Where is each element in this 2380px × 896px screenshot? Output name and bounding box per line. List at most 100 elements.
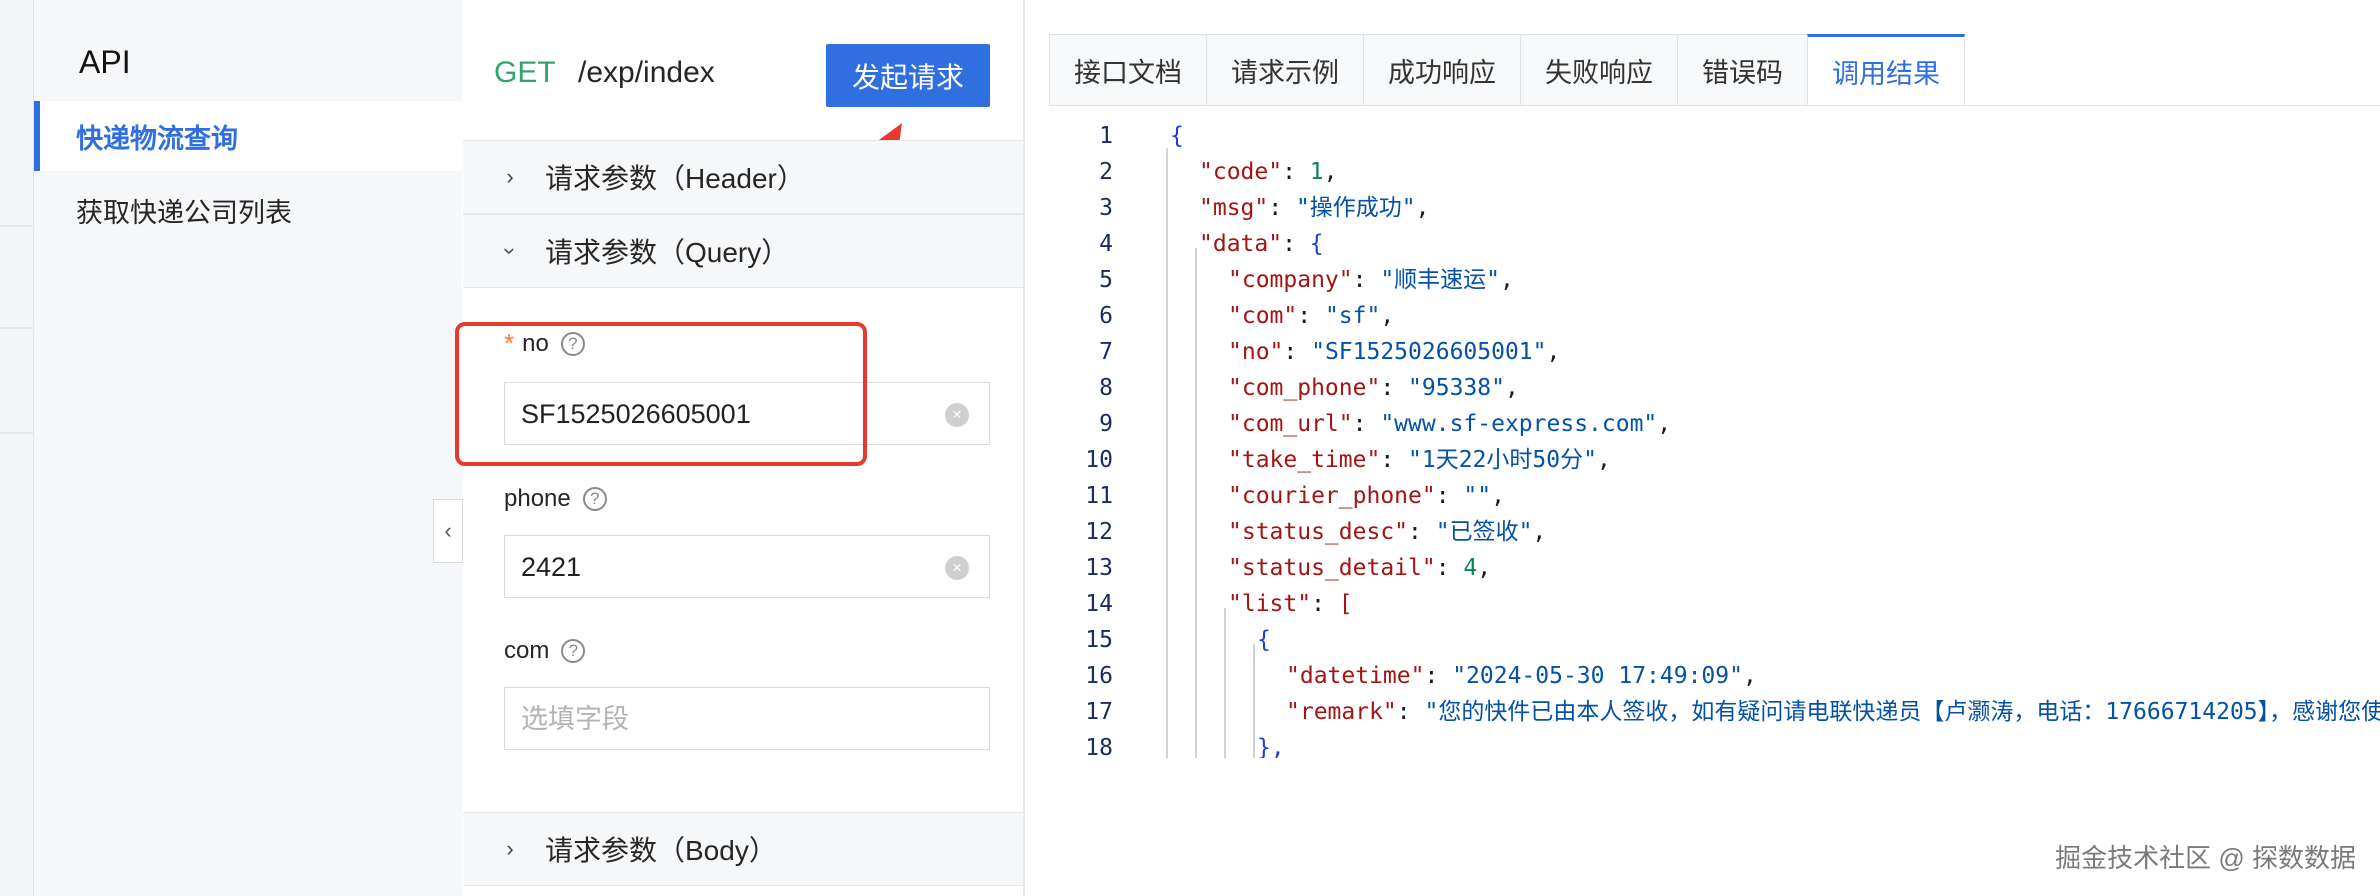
code-line: 18}, bbox=[1025, 730, 2380, 758]
line-number: 6 bbox=[1099, 303, 1113, 329]
code-token: , bbox=[1596, 447, 1611, 473]
line-number: 8 bbox=[1099, 375, 1113, 401]
code-text: "company": "顺丰速运", bbox=[1228, 262, 1514, 298]
tabs-divider bbox=[1049, 105, 2380, 106]
code-text: "take_time": "1天22小时50分", bbox=[1228, 442, 1611, 478]
field-name: com bbox=[504, 637, 550, 664]
code-text: "com": "sf", bbox=[1228, 298, 1394, 334]
code-token: , bbox=[1477, 555, 1492, 581]
tab-success-response[interactable]: 成功响应 bbox=[1363, 34, 1521, 106]
line-number: 16 bbox=[1085, 663, 1113, 689]
code-line: 5 "company": "顺丰速运", bbox=[1025, 262, 2380, 298]
code-text: "datetime": "2024-05-30 17:49:09", bbox=[1286, 658, 1757, 694]
section-body-params[interactable]: › 请求参数（Body） bbox=[463, 812, 1023, 886]
code-token: 1 bbox=[1309, 159, 1324, 185]
code-token: "您的快件已由本人签收，如有疑问请电联快递员【卢灏涛，电话：1766671420… bbox=[1424, 699, 2380, 725]
clear-icon[interactable]: × bbox=[945, 556, 969, 580]
code-token: , bbox=[1504, 375, 1519, 401]
code-text: "status_detail": 4, bbox=[1228, 550, 1491, 586]
code-token: : bbox=[1283, 339, 1312, 365]
tab-failure-response[interactable]: 失败响应 bbox=[1520, 34, 1678, 106]
code-token: , bbox=[1415, 195, 1430, 221]
code-text: "code": 1, bbox=[1199, 154, 1338, 190]
code-text: "list": [ bbox=[1228, 586, 1353, 622]
tab-request-example[interactable]: 请求示例 bbox=[1206, 34, 1364, 106]
code-token: { bbox=[1257, 627, 1271, 653]
section-header-label: 请求参数（Header） bbox=[545, 163, 805, 194]
help-icon[interactable]: ? bbox=[561, 639, 586, 663]
code-token: : bbox=[1282, 231, 1310, 257]
code-token: : bbox=[1435, 483, 1464, 509]
code-token: "com_phone" bbox=[1228, 375, 1381, 401]
clear-icon[interactable]: × bbox=[945, 403, 969, 427]
line-number: 13 bbox=[1085, 555, 1113, 581]
code-text: "com_phone": "95338", bbox=[1228, 370, 1519, 406]
code-line: 2 "code": 1, bbox=[1025, 154, 2380, 190]
result-panel: 接口文档 请求示例 成功响应 失败响应 错误码 调用结果 1 {2 "code": … bbox=[1025, 0, 2380, 896]
code-line: 14 "list": [ bbox=[1025, 586, 2380, 622]
line-number: 11 bbox=[1085, 483, 1113, 509]
code-token: : bbox=[1282, 159, 1310, 185]
code-token: "remark" bbox=[1286, 699, 1397, 725]
tab-error-codes[interactable]: 错误码 bbox=[1677, 34, 1808, 106]
code-text: "status_desc": "已签收", bbox=[1228, 514, 1546, 550]
code-token: : bbox=[1435, 555, 1464, 581]
line-number: 10 bbox=[1085, 447, 1113, 473]
line-number: 4 bbox=[1099, 231, 1113, 257]
code-token: "msg" bbox=[1199, 195, 1269, 221]
code-text: }, bbox=[1257, 730, 1285, 758]
section-query-params[interactable]: › 请求参数（Query） bbox=[463, 214, 1023, 288]
code-token: "1天22小时50分" bbox=[1408, 447, 1597, 473]
code-line: 7 "no": "SF1525026605001", bbox=[1025, 334, 2380, 370]
code-token: : bbox=[1311, 591, 1339, 617]
code-token: : bbox=[1424, 663, 1453, 689]
com-field bbox=[504, 687, 990, 751]
code-token: , bbox=[1491, 483, 1505, 509]
tab-call-result[interactable]: 调用结果 bbox=[1807, 34, 1965, 106]
code-token: : bbox=[1380, 447, 1409, 473]
code-token: [ bbox=[1338, 591, 1353, 617]
help-icon[interactable]: ? bbox=[582, 487, 607, 511]
edge-divider bbox=[0, 432, 33, 434]
result-tabs: 接口文档 请求示例 成功响应 失败响应 错误码 调用结果 bbox=[1049, 34, 1965, 106]
left-edge-strip bbox=[0, 0, 34, 896]
collapse-sidebar-button[interactable]: ‹ bbox=[433, 499, 463, 563]
phone-input[interactable] bbox=[505, 536, 943, 599]
code-line: 17 "remark": "您的快件已由本人签收，如有疑问请电联快递员【卢灏涛，电… bbox=[1025, 694, 2380, 730]
code-token: "code" bbox=[1199, 159, 1283, 185]
code-token: "已签收" bbox=[1435, 519, 1533, 545]
tab-api-docs[interactable]: 接口文档 bbox=[1049, 34, 1207, 106]
line-number: 18 bbox=[1085, 735, 1113, 758]
code-token: : bbox=[1408, 519, 1436, 545]
line-number: 1 bbox=[1099, 123, 1113, 149]
watermark: 掘金技术社区 @ 探数数据 bbox=[2055, 843, 2356, 873]
annotation-highlight-box bbox=[455, 322, 867, 466]
section-header-params[interactable]: › 请求参数（Header） bbox=[463, 140, 1023, 214]
code-text: "msg": "操作成功", bbox=[1199, 190, 1430, 226]
code-token: "company" bbox=[1228, 267, 1353, 293]
code-line: 8 "com_phone": "95338", bbox=[1025, 370, 2380, 406]
code-line: 15 { bbox=[1025, 622, 2380, 658]
api-sidebar: API 快递物流查询 获取快递公司列表 bbox=[34, 0, 462, 896]
json-result-viewer[interactable]: 1{2 "code": 1, 3 "msg": "操作成功", 4 "data": {5 "… bbox=[1025, 118, 2380, 758]
code-token: , bbox=[1380, 303, 1395, 329]
code-line: 12 "status_desc": "已签收", bbox=[1025, 514, 2380, 550]
code-token: "no" bbox=[1228, 339, 1284, 365]
code-text: "remark": "您的快件已由本人签收，如有疑问请电联快递员【卢灏涛，电话：… bbox=[1286, 694, 2380, 730]
code-token: "95338" bbox=[1408, 375, 1505, 401]
api-item-company-list[interactable]: 获取快递公司列表 bbox=[34, 175, 462, 245]
code-token: 4 bbox=[1463, 555, 1478, 581]
code-token: "" bbox=[1463, 483, 1492, 509]
code-line: 6 "com": "sf", bbox=[1025, 298, 2380, 334]
code-token: : bbox=[1396, 699, 1425, 725]
api-sidebar-title: API bbox=[79, 44, 131, 80]
code-token: "2024-05-30 17:49:09" bbox=[1452, 663, 1743, 689]
api-item-express-query[interactable]: 快递物流查询 bbox=[34, 101, 462, 171]
code-token: }, bbox=[1257, 735, 1285, 758]
com-input[interactable] bbox=[505, 688, 943, 751]
code-token: "take_time" bbox=[1228, 447, 1381, 473]
code-token: "list" bbox=[1228, 591, 1312, 617]
request-path: /exp/index bbox=[578, 56, 715, 89]
send-request-button[interactable]: 发起请求 bbox=[826, 44, 990, 107]
chevron-right-icon: › bbox=[506, 836, 514, 861]
